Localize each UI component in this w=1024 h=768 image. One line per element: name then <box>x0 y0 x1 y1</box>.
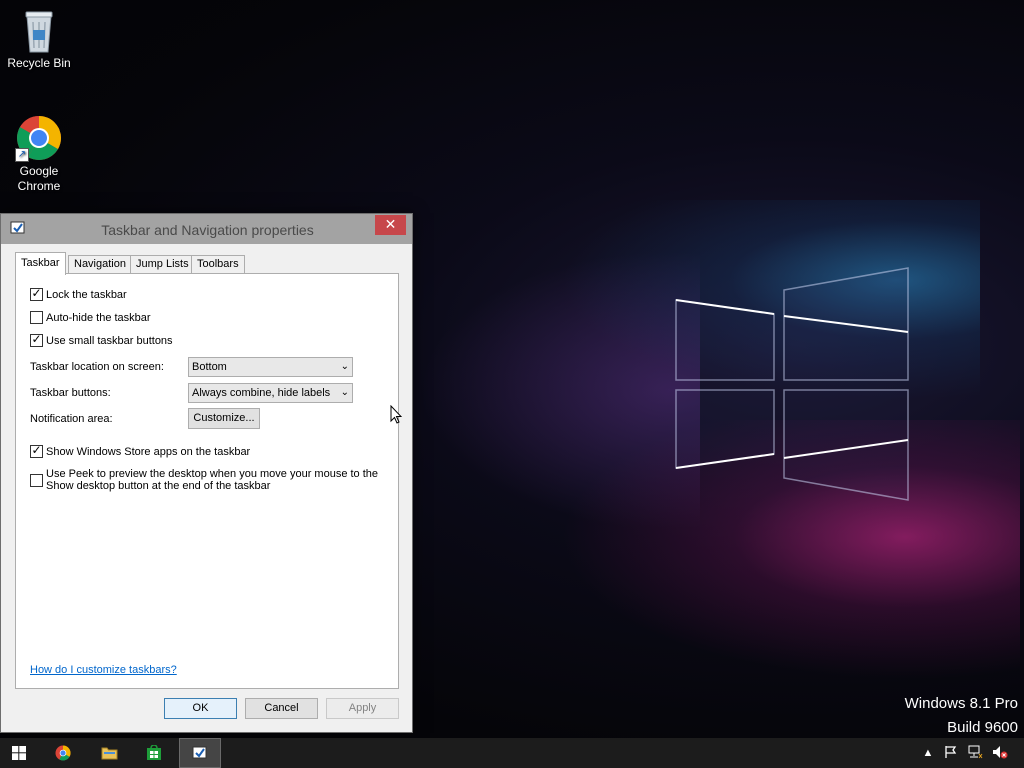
lock-taskbar-checkbox[interactable]: ✓ <box>30 286 43 301</box>
watermark-edition: Windows 8.1 Pro <box>904 695 1018 712</box>
network-icon[interactable] <box>967 745 983 761</box>
tab-taskbar[interactable]: Taskbar <box>15 252 66 275</box>
lock-taskbar-label: Lock the taskbar <box>46 288 127 301</box>
desktop-icon-label: Recycle Bin <box>7 56 71 70</box>
location-label: Taskbar location on screen: <box>30 361 164 373</box>
auto-hide-option[interactable]: Auto-hide the taskbar <box>30 311 151 324</box>
windows-version-watermark: Windows 8.1 Pro Build 9600 <box>905 695 1018 736</box>
taskbar-tab-panel: ✓ Lock the taskbar Auto-hide the taskbar … <box>15 273 399 689</box>
notification-area-label: Notification area: <box>30 413 113 425</box>
shortcut-arrow-icon: ↗ <box>15 148 29 162</box>
small-buttons-label: Use small taskbar buttons <box>46 334 173 347</box>
store-apps-checkbox[interactable]: ✓ <box>30 443 43 458</box>
checkmark-icon: ✓ <box>31 332 42 346</box>
checkmark-icon: ✓ <box>31 286 42 300</box>
help-link[interactable]: How do I customize taskbars? <box>30 664 177 676</box>
store-apps-label: Show Windows Store apps on the taskbar <box>46 445 251 458</box>
taskbar: ▲ <box>0 738 1024 768</box>
mouse-cursor-icon <box>390 405 402 424</box>
location-select-value: Bottom <box>192 361 227 373</box>
dialog-title: Taskbar and Navigation properties <box>101 222 314 238</box>
desktop-icon-google-chrome[interactable]: ↗ Google Chrome <box>1 114 77 194</box>
store-icon <box>147 745 161 760</box>
windows-start-icon <box>12 746 26 760</box>
start-button[interactable] <box>0 738 42 768</box>
dialog-titlebar[interactable]: Taskbar and Navigation properties ✕ <box>1 214 412 244</box>
small-buttons-option[interactable]: ✓ Use small taskbar buttons <box>30 332 173 347</box>
peek-option[interactable]: Use Peek to preview the desktop when you… <box>30 468 378 492</box>
volume-muted-icon[interactable] <box>992 745 1008 761</box>
cancel-button[interactable]: Cancel <box>245 698 318 719</box>
apply-button[interactable]: Apply <box>326 698 399 719</box>
taskbar-store-button[interactable] <box>133 738 175 768</box>
checkmark-icon: ✓ <box>31 443 42 457</box>
taskbar-properties-icon <box>192 746 207 759</box>
taskbar-properties-dialog: Taskbar and Navigation properties ✕ Task… <box>0 213 413 733</box>
desktop-icon-recycle-bin[interactable]: Recycle Bin <box>1 6 77 71</box>
taskbar-file-explorer-button[interactable] <box>88 738 130 768</box>
peek-label: Use Peek to preview the desktop when you… <box>46 468 378 492</box>
taskbar-buttons-label: Taskbar buttons: <box>30 387 111 399</box>
tab-toolbars[interactable]: Toolbars <box>191 255 245 274</box>
lock-taskbar-option[interactable]: ✓ Lock the taskbar <box>30 286 127 301</box>
tab-navigation[interactable]: Navigation <box>68 255 132 274</box>
peek-label-line1: Use Peek to preview the desktop when you… <box>46 468 379 480</box>
chevron-down-icon: ⌄ <box>340 361 349 372</box>
taskbar-chrome-button[interactable] <box>42 738 84 768</box>
taskbar-buttons-select[interactable]: Always combine, hide labels ⌄ <box>188 383 353 403</box>
close-icon: ✕ <box>384 216 397 232</box>
auto-hide-label: Auto-hide the taskbar <box>46 311 151 324</box>
location-select[interactable]: Bottom ⌄ <box>188 357 353 377</box>
peek-checkbox[interactable] <box>30 474 43 487</box>
small-buttons-checkbox[interactable]: ✓ <box>30 332 43 347</box>
tab-jump-lists[interactable]: Jump Lists <box>130 255 195 274</box>
watermark-build: Build 9600 <box>947 719 1018 736</box>
windows-logo-wallpaper <box>675 267 909 501</box>
chrome-icon: ↗ <box>15 114 63 162</box>
customize-button[interactable]: Customize... <box>188 408 260 429</box>
show-hidden-icons-chevron-up-icon[interactable]: ▲ <box>920 745 936 761</box>
action-center-flag-icon[interactable] <box>943 745 959 761</box>
chrome-icon <box>55 745 71 761</box>
taskbar-properties-button[interactable] <box>179 738 221 768</box>
store-apps-option[interactable]: ✓ Show Windows Store apps on the taskbar <box>30 443 251 458</box>
chevron-down-icon: ⌄ <box>340 387 349 398</box>
peek-label-line2: Show desktop button at the end of the ta… <box>46 480 271 492</box>
ok-button[interactable]: OK <box>164 698 237 719</box>
taskbar-buttons-select-value: Always combine, hide labels <box>192 387 331 399</box>
auto-hide-checkbox[interactable] <box>30 311 43 324</box>
folder-icon <box>101 747 118 760</box>
desktop-icon-label: Google Chrome <box>17 164 61 193</box>
close-button[interactable]: ✕ <box>375 215 406 235</box>
recycle-bin-icon <box>15 6 63 54</box>
